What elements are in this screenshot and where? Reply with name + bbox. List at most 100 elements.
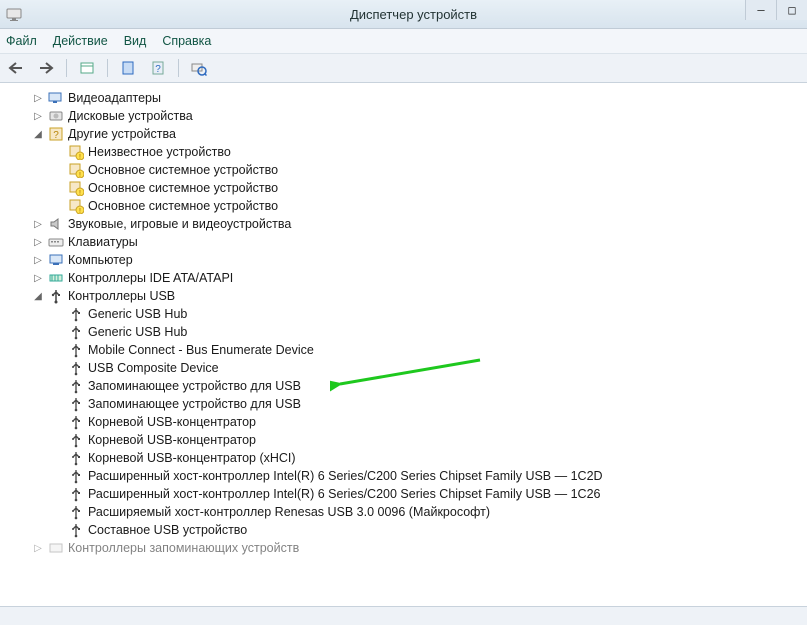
tree-node-ide[interactable]: ▷ Контроллеры IDE ATA/ATAPI [32,269,807,287]
forward-button[interactable] [34,56,58,80]
tree-node-label: Контроллеры USB [68,289,175,303]
usb-device-icon [68,342,84,358]
tree-node-label: Mobile Connect - Bus Enumerate Device [88,343,314,357]
expander-icon[interactable]: ▷ [32,218,44,230]
tree-node-label: Корневой USB-концентратор [88,433,256,447]
device-tree-area[interactable]: ▷ Видеоадаптеры ▷ Дисковые устройства [0,83,807,606]
svg-text:!: ! [79,154,81,160]
tree-node-label: Компьютер [68,253,133,267]
usb-device-icon [68,378,84,394]
tree-node-usb-device[interactable]: Корневой USB-концентратор [52,413,807,431]
window-title: Диспетчер устройств [26,7,801,22]
unknown-device-icon: ! [68,198,84,214]
toolbar: ? [0,54,807,83]
tree-node-label: Основное системное устройство [88,181,278,195]
unknown-device-icon: ! [68,144,84,160]
tree-node-computer[interactable]: ▷ Компьютер [32,251,807,269]
tree-node-storage-controllers[interactable]: ▷ Контроллеры запоминающих устройств [32,539,807,557]
menu-action[interactable]: Действие [53,34,108,48]
tree-node-usb-device[interactable]: Mobile Connect - Bus Enumerate Device [52,341,807,359]
device-manager-window: Диспетчер устройств — □ Файл Действие Ви… [0,0,807,625]
expander-icon[interactable]: ▷ [32,542,44,554]
help-button[interactable]: ? [146,56,170,80]
tree-node-usb-device[interactable]: Расширяемый хост-контроллер Renesas USB … [52,503,807,521]
tree-node-label: Основное системное устройство [88,199,278,213]
expander-icon[interactable]: ▷ [32,92,44,104]
tree-node-label: Контроллеры IDE ATA/ATAPI [68,271,233,285]
sound-icon [48,216,64,232]
usb-device-icon [68,522,84,538]
tree-node-usb-device[interactable]: Корневой USB-концентратор [52,431,807,449]
tree-node-label: Расширяемый хост-контроллер Renesas USB … [88,505,490,519]
tree-node-label: Видеоадаптеры [68,91,161,105]
tree-node-video-adapters[interactable]: ▷ Видеоадаптеры [32,89,807,107]
tree-node-label: Расширенный хост-контроллер Intel(R) 6 S… [88,487,600,501]
unknown-device-icon: ! [68,180,84,196]
tree-node-usb-device[interactable]: Generic USB Hub [52,305,807,323]
computer-icon [48,252,64,268]
display-adapter-icon [48,90,64,106]
tree-node-usb-device[interactable]: Расширенный хост-контроллер Intel(R) 6 S… [52,485,807,503]
tree-node-unknown-device[interactable]: ! Основное системное устройство [52,197,807,215]
tree-node-other-devices[interactable]: ◢ ? Другие устройства [32,125,807,143]
tree-node-usb-device[interactable]: Generic USB Hub [52,323,807,341]
show-hidden-button[interactable] [75,56,99,80]
tree-node-label: Составное USB устройство [88,523,247,537]
menu-file[interactable]: Файл [6,34,37,48]
tree-node-label: Дисковые устройства [68,109,193,123]
unknown-device-icon: ! [68,162,84,178]
tree-node-unknown-device[interactable]: ! Неизвестное устройство [52,143,807,161]
tree-node-keyboards[interactable]: ▷ Клавиатуры [32,233,807,251]
tree-node-label: Generic USB Hub [88,307,187,321]
tree-node-unknown-device[interactable]: ! Основное системное устройство [52,179,807,197]
expander-icon[interactable]: ▷ [32,110,44,122]
tree-node-label: Звуковые, игровые и видеоустройства [68,217,291,231]
tree-node-label: Клавиатуры [68,235,138,249]
usb-device-icon [68,360,84,376]
minimize-button[interactable]: — [745,0,776,20]
toolbar-separator [66,59,67,77]
tree-node-label: Generic USB Hub [88,325,187,339]
tree-node-usb-device[interactable]: USB Composite Device [52,359,807,377]
tree-node-label: Контроллеры запоминающих устройств [68,541,299,555]
back-button[interactable] [4,56,28,80]
tree-node-sound[interactable]: ▷ Звуковые, игровые и видеоустройства [32,215,807,233]
svg-text:!: ! [79,172,81,178]
tree-node-usb-device[interactable]: Корневой USB-концентратор (xHCI) [52,449,807,467]
svg-text:!: ! [79,208,81,214]
tree-node-usb-device[interactable]: Запоминающее устройство для USB [52,377,807,395]
svg-text:!: ! [79,190,81,196]
storage-controller-icon [48,540,64,556]
expander-collapse-icon[interactable]: ◢ [32,290,44,302]
tree-node-label: USB Composite Device [88,361,219,375]
expander-icon[interactable]: ▷ [32,236,44,248]
menu-view[interactable]: Вид [124,34,147,48]
properties-button[interactable] [116,56,140,80]
expander-icon[interactable]: ▷ [32,272,44,284]
maximize-button[interactable]: □ [776,0,807,20]
svg-text:?: ? [155,64,161,75]
tree-node-label: Основное системное устройство [88,163,278,177]
tree-node-label: Запоминающее устройство для USB [88,379,301,393]
tree-node-usb-device[interactable]: Запоминающее устройство для USB [52,395,807,413]
usb-controller-icon [48,288,64,304]
toolbar-separator [107,59,108,77]
usb-device-icon [68,468,84,484]
ide-controller-icon [48,270,64,286]
tree-node-usb-device[interactable]: Составное USB устройство [52,521,807,539]
device-tree: ▷ Видеоадаптеры ▷ Дисковые устройства [6,89,807,557]
menu-help[interactable]: Справка [162,34,211,48]
tree-node-label: Корневой USB-концентратор [88,415,256,429]
tree-node-usb[interactable]: ◢ Контроллеры USB [32,287,807,305]
expander-icon[interactable]: ▷ [32,254,44,266]
usb-device-icon [68,432,84,448]
tree-node-usb-device[interactable]: Расширенный хост-контроллер Intel(R) 6 S… [52,467,807,485]
tree-node-label: Расширенный хост-контроллер Intel(R) 6 S… [88,469,603,483]
app-icon [6,6,22,22]
tree-node-disk-devices[interactable]: ▷ Дисковые устройства [32,107,807,125]
tree-node-unknown-device[interactable]: ! Основное системное устройство [52,161,807,179]
usb-device-icon [68,504,84,520]
tree-node-label: Неизвестное устройство [88,145,231,159]
scan-hardware-button[interactable] [187,56,211,80]
expander-collapse-icon[interactable]: ◢ [32,128,44,140]
